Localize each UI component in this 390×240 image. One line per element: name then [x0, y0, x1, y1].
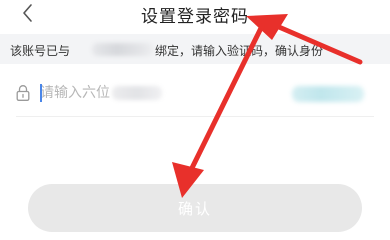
blurred-get-code-button[interactable] [292, 86, 364, 102]
input-divider [16, 116, 374, 117]
set-login-password-screen: 设置登录密码 该账号已与 绑定，请输入验证码，确认身份 确认 [0, 0, 390, 236]
page-title: 设置登录密码 [141, 7, 249, 27]
verification-code-row [0, 74, 390, 114]
verification-notice: 该账号已与 绑定，请输入验证码，确认身份 [0, 34, 390, 64]
blurred-phone-number [92, 43, 154, 56]
top-bar: 设置登录密码 [0, 0, 390, 30]
notice-text-prefix: 该账号已与 [10, 44, 71, 58]
confirm-button[interactable]: 确认 [28, 184, 362, 232]
text-caret [40, 84, 42, 102]
lock-icon [16, 85, 30, 101]
notice-text-suffix: 绑定，请输入验证码，确认身份 [155, 44, 324, 58]
blurred-placeholder-tail [112, 86, 162, 100]
